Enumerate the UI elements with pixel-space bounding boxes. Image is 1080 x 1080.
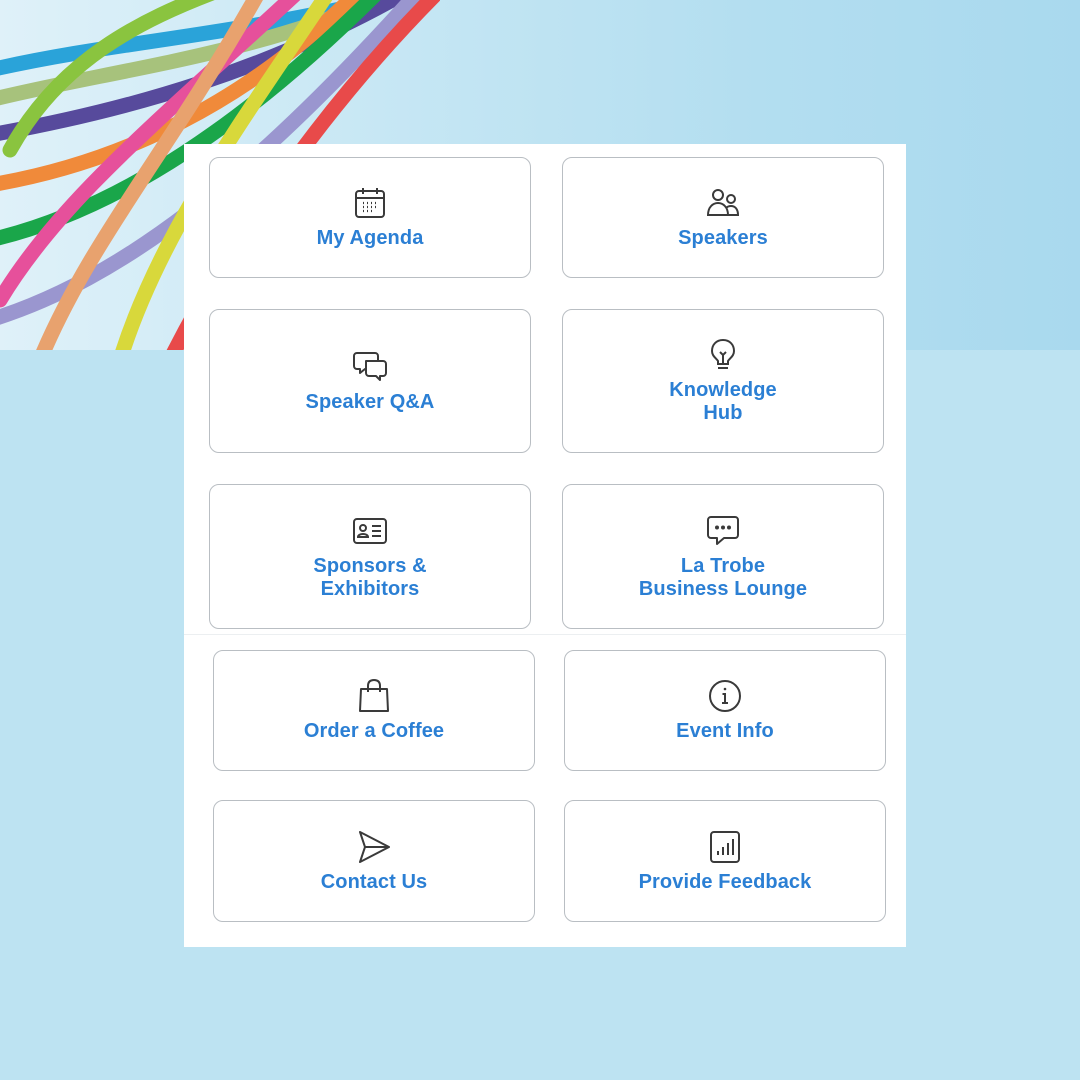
tile-label: Order a Coffee [303,720,445,742]
people-icon [705,185,741,221]
order-coffee-tile[interactable]: Order a Coffee [213,650,535,771]
tile-label: Sponsors & Exhibitors [313,554,427,600]
contact-us-tile[interactable]: Contact Us [213,800,535,922]
calendar-icon [352,185,388,221]
speaker-qa-tile[interactable]: Speaker Q&A [209,309,531,453]
business-lounge-tile[interactable]: La Trobe Business Lounge [562,484,884,629]
chat-bubbles-icon [352,349,388,385]
message-dots-icon [705,513,741,549]
tile-label: Knowledge Hub [669,379,777,424]
shopping-bag-icon [356,678,392,714]
speakers-tile[interactable]: Speakers [562,157,884,278]
bar-chart-icon [707,829,743,865]
id-card-icon [352,513,388,549]
tile-label: Event Info [676,720,774,742]
menu-panel: My Agenda Speakers Speaker Q&A Knowledge… [184,144,906,947]
tile-label: Speakers [678,227,768,249]
sponsors-exhibitors-tile[interactable]: Sponsors & Exhibitors [209,484,531,629]
tile-label: Speaker Q&A [305,390,435,413]
tile-label: Contact Us [320,870,428,893]
provide-feedback-tile[interactable]: Provide Feedback [564,800,886,922]
info-icon [707,678,743,714]
event-info-tile[interactable]: Event Info [564,650,886,771]
send-icon [356,829,392,865]
tile-label: La Trobe Business Lounge [638,554,808,600]
section-divider [184,634,906,635]
my-agenda-tile[interactable]: My Agenda [209,157,531,278]
tile-label: Provide Feedback [638,870,812,893]
lightbulb-icon [705,337,741,373]
tile-label: My Agenda [316,227,424,249]
knowledge-hub-tile[interactable]: Knowledge Hub [562,309,884,453]
